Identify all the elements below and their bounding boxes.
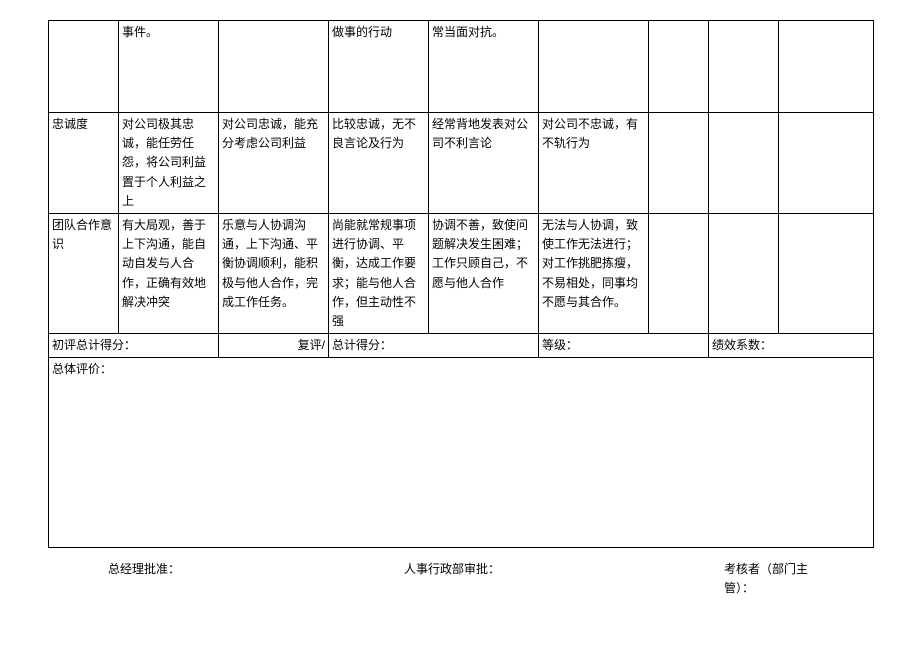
sig-assessor-l1: 考核者（部门主 — [724, 562, 808, 576]
cell: 无法与人协调，致使工作无法进行；对工作挑肥拣瘦，不易相处，同事均不愿与其合作。 — [539, 213, 649, 333]
overall-eval: 总体评价： — [49, 358, 874, 548]
score-initial: 初评总计得分： — [49, 334, 219, 358]
evaluation-table: 事件。 做事的行动 常当面对抗。 忠诚度 对公司极其忠诚，能任劳任怨，将公司利益… — [48, 20, 874, 548]
cell: 对公司不忠诚，有不轨行为 — [539, 113, 649, 214]
sig-assessor-l2: 管）： — [724, 581, 754, 595]
cell — [709, 213, 779, 333]
row-label: 团队合作意识 — [49, 213, 119, 333]
cell — [649, 213, 709, 333]
sig-hr: 人事行政部审批： — [404, 560, 500, 598]
score-review: 复评/ — [219, 334, 329, 358]
cell — [539, 21, 649, 113]
cell: 乐意与人协调沟通，上下沟通、平衡协调顺利，能积极与他人合作，完成工作任务。 — [219, 213, 329, 333]
cell: 对公司极其忠诚，能任劳任怨，将公司利益置于个人利益之上 — [119, 113, 219, 214]
cell — [779, 213, 874, 333]
cell: 事件。 — [119, 21, 219, 113]
cell: 常当面对抗。 — [429, 21, 539, 113]
cell: 尚能就常规事项进行协调、平衡，达成工作要求；能与他人合作，但主动性不强 — [329, 213, 429, 333]
cell — [709, 21, 779, 113]
signatures: 总经理批准： 人事行政部审批： 考核者（部门主 管）： — [48, 560, 868, 598]
sig-gm: 总经理批准： — [108, 560, 180, 598]
cell — [779, 113, 874, 214]
cell — [649, 21, 709, 113]
cell — [219, 21, 329, 113]
score-row: 初评总计得分： 复评/ 总计得分： 等级： 绩效系数： — [49, 334, 874, 358]
overall-eval-row: 总体评价： — [49, 358, 874, 548]
cell: 做事的行动 — [329, 21, 429, 113]
score-total: 总计得分： — [329, 334, 539, 358]
cell: 经常背地发表对公司不利言论 — [429, 113, 539, 214]
row-label: 忠诚度 — [49, 113, 119, 214]
score-coef: 绩效系数： — [709, 334, 874, 358]
cell: 比较忠诚，无不良言论及行为 — [329, 113, 429, 214]
cell: 对公司忠诚，能充分考虑公司利益 — [219, 113, 329, 214]
table-row: 忠诚度 对公司极其忠诚，能任劳任怨，将公司利益置于个人利益之上 对公司忠诚，能充… — [49, 113, 874, 214]
sig-assessor: 考核者（部门主 管）： — [724, 560, 808, 598]
cell: 协调不善，致使问题解决发生困难；工作只顾自己，不愿与他人合作 — [429, 213, 539, 333]
table-row: 事件。 做事的行动 常当面对抗。 — [49, 21, 874, 113]
cell — [49, 21, 119, 113]
cell — [649, 113, 709, 214]
cell: 有大局观，善于上下沟通，能自动自发与人合作，正确有效地解决冲突 — [119, 213, 219, 333]
cell — [779, 21, 874, 113]
table-row: 团队合作意识 有大局观，善于上下沟通，能自动自发与人合作，正确有效地解决冲突 乐… — [49, 213, 874, 333]
score-grade: 等级： — [539, 334, 709, 358]
cell — [709, 113, 779, 214]
